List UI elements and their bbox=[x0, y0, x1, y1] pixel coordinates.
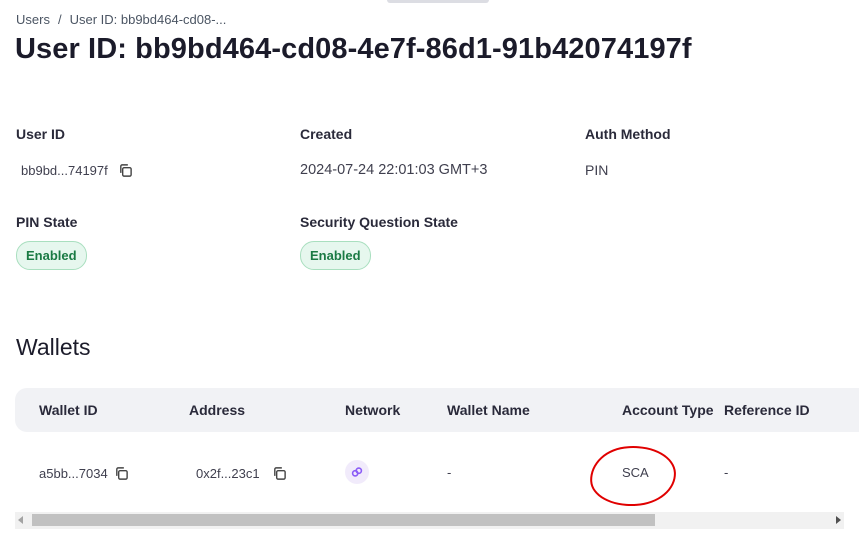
horizontal-scrollbar[interactable] bbox=[15, 512, 844, 529]
pin-state-label: PIN State bbox=[16, 214, 78, 230]
pin-state-field: PIN State Enabled bbox=[16, 214, 87, 270]
table-row[interactable]: a5bb...7034 0x2f...23c1 - SCA - bbox=[15, 432, 859, 512]
copy-address-button[interactable] bbox=[272, 465, 288, 481]
wallet-id-value: a5bb...7034 bbox=[39, 465, 108, 481]
copy-icon bbox=[116, 466, 129, 480]
auth-method-field: Auth Method PIN bbox=[585, 126, 671, 178]
column-reference-id[interactable]: Reference ID bbox=[724, 402, 810, 418]
pin-state-badge: Enabled bbox=[16, 241, 87, 270]
security-question-state-field: Security Question State Enabled bbox=[300, 214, 458, 270]
wallets-section-title: Wallets bbox=[16, 334, 91, 360]
column-wallet-name[interactable]: Wallet Name bbox=[447, 402, 530, 418]
user-id-value: bb9bd...74197f bbox=[21, 162, 108, 178]
auth-method-value: PIN bbox=[585, 162, 609, 178]
breadcrumb-current: User ID: bb9bd464-cd08-... bbox=[69, 12, 227, 27]
created-field: Created 2024-07-24 22:01:03 GMT+3 bbox=[300, 126, 487, 178]
breadcrumb-separator: / bbox=[57, 12, 62, 27]
column-address[interactable]: Address bbox=[189, 402, 245, 418]
network-cell bbox=[345, 460, 369, 484]
user-id-label: User ID bbox=[16, 126, 66, 142]
user-id-field: User ID bb9bd...74197f bbox=[16, 126, 134, 178]
column-account-type[interactable]: Account Type bbox=[622, 402, 714, 418]
copy-user-id-button[interactable] bbox=[118, 162, 134, 178]
column-wallet-id[interactable]: Wallet ID bbox=[39, 402, 98, 418]
address-value: 0x2f...23c1 bbox=[196, 465, 260, 481]
copy-icon bbox=[274, 466, 286, 480]
created-label: Created bbox=[300, 126, 353, 142]
breadcrumb: Users / User ID: bb9bd464-cd08-... bbox=[16, 12, 226, 27]
column-network[interactable]: Network bbox=[345, 402, 400, 418]
scrollbar-thumb[interactable] bbox=[32, 514, 655, 526]
copy-icon bbox=[120, 163, 133, 177]
breadcrumb-users-link[interactable]: Users bbox=[16, 12, 50, 27]
wallet-id-cell: a5bb...7034 bbox=[39, 465, 130, 481]
security-question-state-label: Security Question State bbox=[300, 214, 458, 230]
auth-method-label: Auth Method bbox=[585, 126, 671, 142]
user-id-value-row: bb9bd...74197f bbox=[21, 162, 134, 178]
created-value: 2024-07-24 22:01:03 GMT+3 bbox=[300, 162, 488, 178]
scroll-left-arrow-icon[interactable] bbox=[18, 516, 23, 524]
user-detail-page: Users / User ID: bb9bd464-cd08-... User … bbox=[0, 0, 859, 535]
page-title: User ID: bb9bd464-cd08-4e7f-86d1-91b4207… bbox=[15, 33, 692, 65]
wallet-name-cell: - bbox=[447, 465, 452, 480]
top-tab-indicator bbox=[387, 0, 489, 3]
scroll-right-arrow-icon[interactable] bbox=[836, 516, 841, 524]
reference-id-cell: - bbox=[724, 465, 729, 480]
wallets-table-header: Wallet ID Address Network Wallet Name Ac… bbox=[15, 388, 859, 432]
link-icon bbox=[351, 467, 363, 477]
address-cell: 0x2f...23c1 bbox=[196, 465, 288, 481]
security-question-state-badge: Enabled bbox=[300, 241, 371, 270]
copy-wallet-id-button[interactable] bbox=[114, 465, 130, 481]
